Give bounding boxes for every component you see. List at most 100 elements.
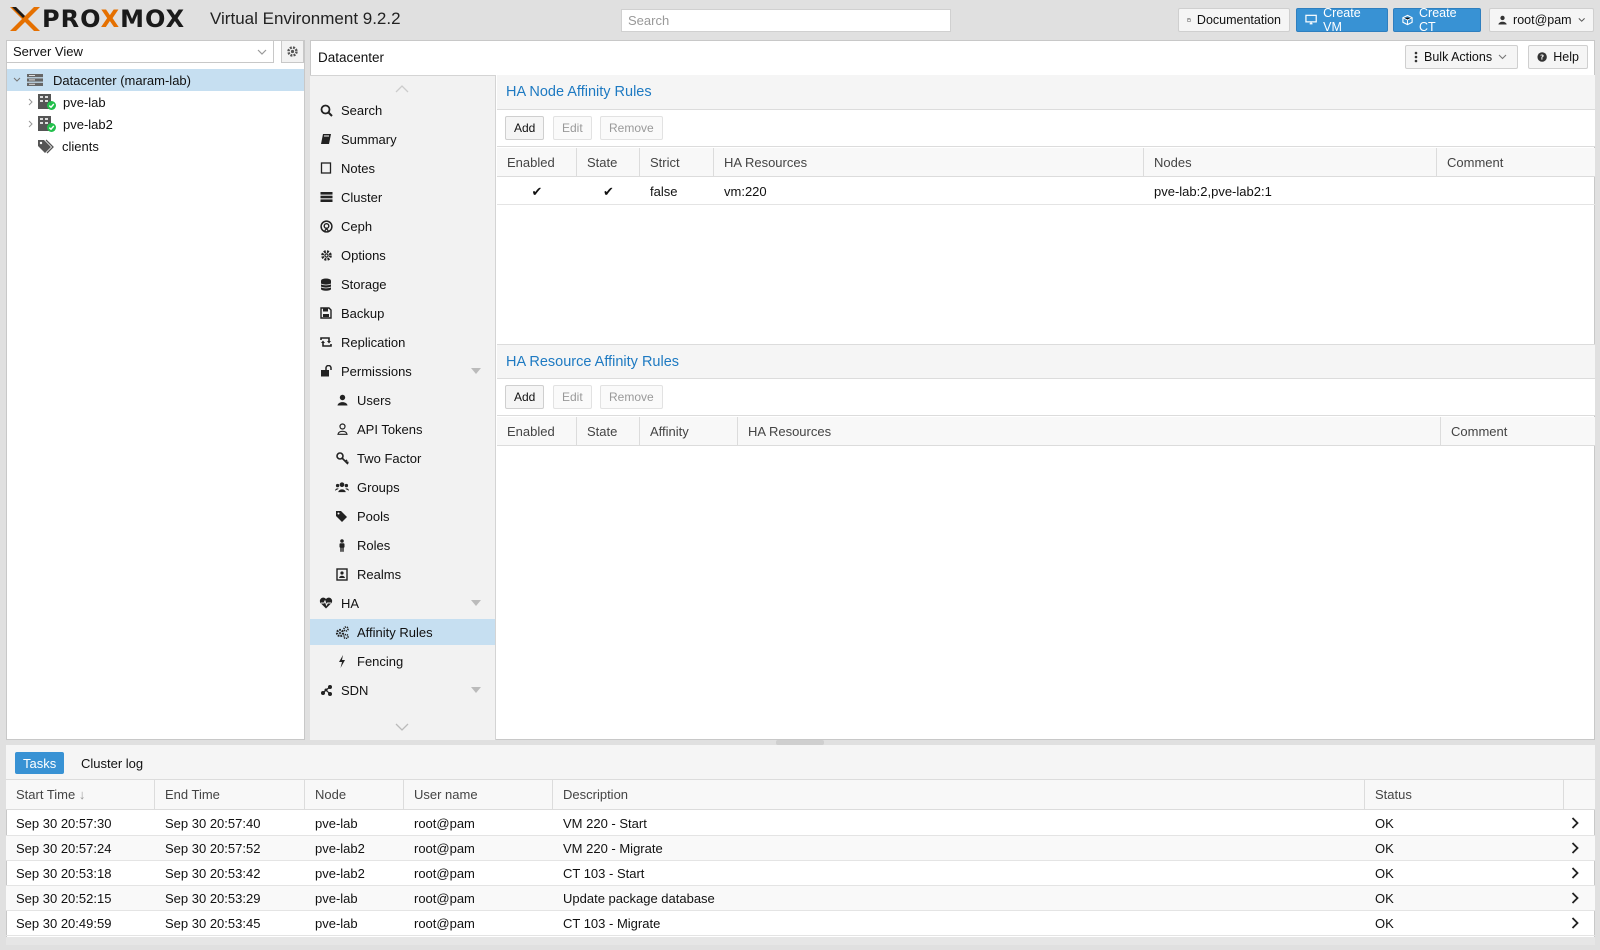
chevron-right-icon[interactable] [1571, 867, 1579, 879]
description-cell: VM 220 - Migrate [563, 841, 663, 856]
expand-toggle-icon[interactable] [12, 75, 22, 85]
column-header-status[interactable]: Status [1365, 780, 1564, 810]
column-header-enabled[interactable]: Enabled [497, 148, 577, 177]
nav-item-groups[interactable]: Groups [310, 474, 495, 500]
create-ct-button[interactable]: Create CT [1393, 6, 1481, 34]
chevron-right-icon[interactable] [1571, 917, 1579, 929]
chevron-right-icon[interactable] [1571, 817, 1579, 829]
column-header-comment[interactable]: Comment [1441, 417, 1595, 446]
column-header-comment[interactable]: Comment [1437, 148, 1595, 177]
column-header-node[interactable]: Node [305, 780, 404, 810]
description-cell: VM 220 - Start [563, 816, 647, 831]
nav-item-replication[interactable]: Replication [310, 329, 495, 355]
tree-item-label: Datacenter (maram-lab) [53, 72, 191, 88]
tree-item-datacenter[interactable]: Datacenter (maram-lab) [7, 69, 304, 91]
nav-item-permissions[interactable]: Permissions [310, 358, 495, 384]
table-row[interactable]: Sep 30 20:52:15 Sep 30 20:53:29 pve-lab … [6, 886, 1595, 911]
column-header-nodes[interactable]: Nodes [1144, 148, 1437, 177]
nav-item-summary[interactable]: Summary [310, 126, 495, 152]
column-header-enabled[interactable]: Enabled [497, 417, 577, 446]
tree-settings-button[interactable] [281, 40, 304, 63]
logo-x-letter: X [100, 5, 121, 33]
column-header-state[interactable]: State [577, 417, 640, 446]
nav-item-backup[interactable]: Backup [310, 300, 495, 326]
status-cell: OK [1375, 916, 1394, 931]
nav-item-search[interactable]: Search [310, 97, 495, 123]
bulk-actions-button[interactable]: Bulk Actions [1405, 45, 1518, 69]
nav-item-ceph[interactable]: Ceph [310, 213, 495, 239]
tree-item-clients[interactable]: clients [7, 135, 304, 157]
tree-item-pve-lab[interactable]: pve-lab [7, 91, 304, 113]
nav-item-affinity-rules[interactable]: Affinity Rules [310, 619, 495, 645]
global-search-input[interactable]: Search [621, 9, 951, 32]
chevron-right-icon[interactable] [1571, 842, 1579, 854]
nav-item-roles[interactable]: Roles [310, 532, 495, 558]
nav-item-options[interactable]: Options [310, 242, 495, 268]
expand-toggle-icon[interactable] [27, 120, 35, 128]
start-time-cell: Sep 30 20:52:15 [16, 891, 112, 906]
resource-affinity-add-button[interactable]: Add [505, 385, 545, 409]
sort-descending-icon: ↓ [78, 787, 86, 802]
tab-cluster-log[interactable]: Cluster log [73, 752, 151, 774]
book-icon [321, 134, 331, 144]
column-header-start-time[interactable]: Start Time ↓ [6, 780, 155, 810]
table-row[interactable]: ✔ ✔ false vm:220 pve-lab:2,pve-lab2:1 [497, 178, 1595, 205]
nav-item-users[interactable]: Users [310, 387, 495, 413]
column-header-ha-resources[interactable]: HA Resources [714, 148, 1144, 177]
nav-item-label: Replication [341, 334, 406, 350]
nav-item-sdn[interactable]: SDN [310, 677, 495, 703]
nav-item-fencing[interactable]: Fencing [310, 648, 495, 674]
nav-item-cluster[interactable]: Cluster [310, 184, 495, 210]
tab-tasks[interactable]: Tasks [15, 752, 65, 774]
create-vm-button[interactable]: Create VM [1296, 6, 1388, 34]
table-row[interactable]: Sep 30 20:49:59 Sep 30 20:53:45 pve-lab … [6, 911, 1595, 936]
node-affinity-add-button[interactable]: Add [505, 116, 545, 140]
scroll-down-icon[interactable] [395, 723, 409, 732]
tree-item-pve-lab2[interactable]: pve-lab2 [7, 113, 304, 135]
table-row[interactable]: Sep 30 20:53:18 Sep 30 20:53:42 pve-lab2… [6, 861, 1595, 886]
nav-item-ha[interactable]: HA [310, 590, 495, 616]
help-button[interactable]: ? Help [1528, 45, 1588, 69]
description-cell: CT 103 - Migrate [563, 916, 661, 931]
column-header-description[interactable]: Description [553, 780, 1365, 810]
task-grid-scrollbar[interactable] [6, 937, 1595, 945]
resource-affinity-remove-button[interactable]: Remove [600, 385, 663, 409]
expand-toggle-icon[interactable] [27, 98, 35, 106]
node-affinity-edit-button[interactable]: Edit [553, 116, 592, 140]
column-header-user-name[interactable]: User name [404, 780, 553, 810]
resource-affinity-toolbar: Add Edit Remove [497, 379, 1595, 416]
column-header-strict[interactable]: Strict [640, 148, 714, 177]
node-online-icon [38, 116, 56, 132]
user-menu-button[interactable]: root@pam [1489, 8, 1594, 32]
strict-value: false [650, 184, 678, 199]
nav-item-label: Permissions [341, 363, 412, 379]
chevron-down-icon [257, 49, 267, 55]
nav-item-pools[interactable]: Pools [310, 503, 495, 529]
documentation-button[interactable]: Documentation [1178, 8, 1290, 32]
scroll-up-icon[interactable] [395, 84, 409, 93]
column-header-affinity[interactable]: Affinity [640, 417, 738, 446]
nav-item-realms[interactable]: Realms [310, 561, 495, 587]
nav-item-api-tokens[interactable]: API Tokens [310, 416, 495, 442]
collapse-caret-icon[interactable] [471, 368, 481, 374]
view-selector[interactable]: Server View [6, 40, 274, 63]
chevron-down-icon [1578, 18, 1585, 22]
collapse-caret-icon[interactable] [471, 600, 481, 606]
user-cell: root@pam [414, 816, 475, 831]
table-row[interactable]: Sep 30 20:57:30 Sep 30 20:57:40 pve-lab … [6, 811, 1595, 836]
user-icon [1498, 15, 1507, 25]
node-affinity-remove-button[interactable]: Remove [600, 116, 663, 140]
table-row[interactable]: Sep 30 20:57:24 Sep 30 20:57:52 pve-lab2… [6, 836, 1595, 861]
gears-icon [335, 625, 349, 639]
user-label: root@pam [1513, 13, 1572, 27]
nav-item-storage[interactable]: Storage [310, 271, 495, 297]
column-header-state[interactable]: State [577, 148, 640, 177]
column-header-end-time[interactable]: End Time [155, 780, 305, 810]
collapse-caret-icon[interactable] [471, 687, 481, 693]
nav-item-two-factor[interactable]: Two Factor [310, 445, 495, 471]
nav-item-label: Realms [357, 566, 402, 582]
column-header-ha-resources[interactable]: HA Resources [738, 417, 1441, 446]
chevron-right-icon[interactable] [1571, 892, 1579, 904]
resource-affinity-edit-button[interactable]: Edit [553, 385, 592, 409]
nav-item-notes[interactable]: Notes [310, 155, 495, 181]
